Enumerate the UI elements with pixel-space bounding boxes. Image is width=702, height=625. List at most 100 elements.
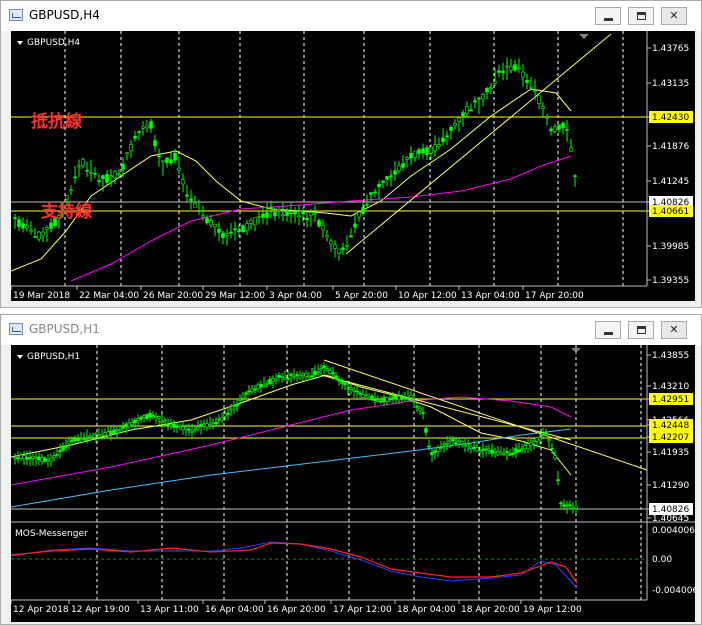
candle-body — [127, 422, 131, 427]
minimize-icon — [604, 332, 613, 335]
candle-body — [313, 370, 317, 376]
time-axis-label: 16 Apr 20:00 — [267, 605, 326, 615]
moving-average-fast[interactable] — [11, 88, 572, 272]
candle-body — [557, 124, 561, 130]
time-axis-label: 13 Apr 04:00 — [461, 291, 520, 301]
moving-average-slow[interactable] — [11, 396, 572, 486]
time-axis-label: 18 Apr 20:00 — [461, 605, 520, 615]
candle-body — [121, 163, 125, 170]
candle-body — [333, 244, 337, 249]
candle-body — [226, 412, 230, 415]
candle-body — [328, 370, 332, 374]
price-chart-h4[interactable]: 1.43765 1.43135 1.42430 1.41876 1.41245 1.408… — [11, 31, 695, 301]
candle-body — [309, 211, 313, 216]
candle-body — [235, 404, 239, 407]
candle-body — [346, 387, 350, 390]
time-axis-label: 19 Mar 2018 — [13, 291, 70, 301]
candle-body — [118, 428, 122, 431]
candle-body — [281, 214, 285, 217]
chart-shift-marker-icon[interactable] — [571, 348, 581, 353]
candle-body — [37, 231, 41, 240]
candle-body — [533, 90, 537, 92]
candle-body — [46, 459, 50, 462]
close-button[interactable]: ✕ — [661, 321, 687, 339]
chart-canvas[interactable]: 0.004006 0.00 -0.004006 1.43855 1.43210 1.42… — [11, 345, 695, 622]
chart-menu-arrow-icon[interactable] — [17, 41, 23, 45]
candle-body — [160, 421, 164, 424]
trend-line[interactable] — [320, 374, 572, 441]
price-chart-h1[interactable]: 0.004006 0.00 -0.004006 1.43855 1.43210 1.42… — [11, 345, 695, 622]
candle-body — [151, 415, 155, 417]
minimize-button[interactable] — [595, 7, 621, 25]
candle-body — [25, 456, 29, 460]
candle-body — [538, 437, 542, 441]
candle-body — [334, 375, 338, 379]
candle-body — [553, 455, 557, 459]
candle-body — [89, 171, 93, 174]
candle-body — [379, 400, 383, 403]
candle-body — [268, 379, 272, 384]
candle-body — [349, 235, 353, 238]
candle-body — [115, 429, 119, 431]
chart-canvas[interactable]: 1.437651.431351.424301.418761.412451.408… — [11, 31, 695, 301]
candle-body — [244, 392, 248, 395]
candle-body — [213, 223, 217, 228]
candle-body — [501, 70, 505, 74]
candle-body — [73, 176, 77, 179]
price-axis-label: 1.41876 — [652, 142, 689, 152]
candle-body — [457, 440, 461, 443]
title-bar[interactable]: GBPUSD,H4 ✕ — [1, 1, 701, 31]
candle-body — [401, 163, 405, 168]
candle-body — [424, 428, 428, 433]
indicator-name: MOS-Messenger — [15, 529, 88, 539]
candle-body — [520, 448, 524, 450]
candle-body — [461, 112, 465, 118]
candle-body — [64, 445, 68, 448]
candle-body — [142, 415, 146, 418]
time-axis-label: 29 Mar 12:00 — [205, 291, 265, 301]
candle-body — [473, 100, 477, 103]
candle-body — [421, 412, 425, 414]
candle-body — [454, 442, 458, 445]
chart-window-h1[interactable]: GBPUSD,H1 ✕ 0.004006 0.00 -0.004006 1.4385… — [0, 314, 702, 625]
chart-shift-marker-icon[interactable] — [579, 34, 589, 39]
candle-body — [199, 423, 203, 427]
indicator-main-line[interactable] — [11, 542, 578, 584]
candle-body — [521, 71, 525, 78]
candle-body — [481, 94, 485, 100]
indicator-axis-label: 0.004006 — [652, 526, 695, 536]
price-axis-label: 1.41935 — [652, 448, 689, 458]
candle-body — [117, 173, 121, 176]
candle-body — [67, 440, 71, 444]
moving-average-long[interactable] — [11, 428, 572, 508]
chart-window-h4[interactable]: GBPUSD,H4 ✕ 1.43765 1.43135 1.42430 1.41876… — [0, 0, 702, 308]
title-bar[interactable]: GBPUSD,H1 ✕ — [1, 315, 701, 345]
candle-body — [317, 220, 321, 227]
candle-body — [449, 127, 453, 131]
candle-body — [34, 457, 38, 460]
price-axis-label: 1.39985 — [652, 242, 689, 252]
indicator-axis-label: -0.004006 — [652, 586, 695, 596]
time-axis-label: 18 Apr 04:00 — [397, 605, 456, 615]
candle-body — [169, 159, 173, 164]
close-button[interactable]: ✕ — [661, 7, 687, 25]
candle-body — [153, 140, 157, 147]
candle-body — [556, 479, 560, 481]
moving-average-slow[interactable] — [70, 155, 572, 282]
candle-body — [16, 457, 20, 459]
candle-body — [209, 220, 213, 226]
minimize-button[interactable] — [595, 321, 621, 339]
maximize-button[interactable] — [628, 7, 654, 25]
candle-body — [550, 447, 554, 450]
maximize-button[interactable] — [628, 321, 654, 339]
time-axis-label: 26 Mar 20:00 — [143, 291, 203, 301]
candle-body — [305, 217, 309, 221]
candle-body — [29, 229, 33, 232]
candle-body — [145, 124, 149, 129]
candle-body — [91, 437, 95, 439]
chart-menu-arrow-icon[interactable] — [17, 355, 23, 359]
price-axis-label: 1.42430 — [652, 113, 689, 123]
candle-body — [421, 148, 425, 154]
candle-body — [573, 175, 577, 177]
candle-body — [493, 81, 497, 84]
